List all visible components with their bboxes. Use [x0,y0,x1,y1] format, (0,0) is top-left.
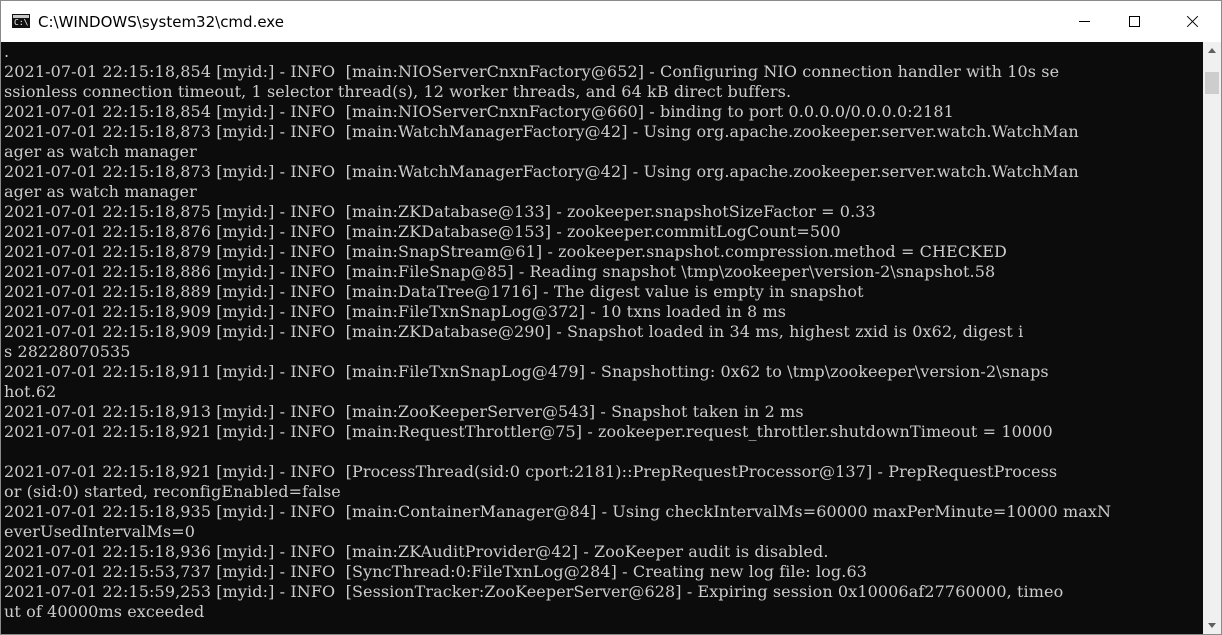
console-lines: . 2021-07-01 22:15:18,854 [myid:] - INFO … [4,42,1203,622]
console-line: or (sid:0) started, reconfigEnabled=fals… [4,482,341,501]
title-bar[interactable]: C:\ C:\WINDOWS\system32\cmd.exe [1,1,1221,42]
console-line: 2021-07-01 22:15:18,913 [myid:] - INFO [… [4,402,804,421]
maximize-button[interactable] [1111,1,1157,42]
console-line: hot.62 [4,382,57,401]
console-line: 2021-07-01 22:15:18,879 [myid:] - INFO [… [4,242,1007,261]
console-line: . [4,42,10,61]
scroll-up-arrow-icon [1208,48,1216,53]
close-button[interactable] [1169,1,1215,42]
console-line: 2021-07-01 22:15:18,921 [myid:] - INFO [… [4,422,1053,441]
maximize-icon [1128,16,1140,27]
close-icon [1185,15,1199,29]
console-line: 2021-07-01 22:15:59,253 [myid:] - INFO [… [4,582,1064,601]
console-line: 2021-07-01 22:15:18,911 [myid:] - INFO [… [4,362,1049,381]
console-line: 2021-07-01 22:15:18,854 [myid:] - INFO [… [4,102,954,121]
scrollbar-thumb[interactable] [1205,72,1219,94]
scroll-down-arrow-icon [1208,623,1216,628]
icon-glyph: C:\ [14,18,29,27]
console-line: ager as watch manager [4,182,197,201]
cmd-window: C:\ C:\WINDOWS\system32\cmd.exe . 2021-07… [0,0,1222,635]
console-line: 2021-07-01 22:15:53,737 [myid:] - INFO [… [4,562,867,581]
console-line: 2021-07-01 22:15:18,909 [myid:] - INFO [… [4,322,1024,341]
console-line: 2021-07-01 22:15:18,875 [myid:] - INFO [… [4,202,876,221]
scroll-up-button[interactable] [1203,42,1221,59]
console-output[interactable]: . 2021-07-01 22:15:18,854 [myid:] - INFO … [1,42,1203,634]
console-line: 2021-07-01 22:15:18,876 [myid:] - INFO [… [4,222,841,241]
window-title: C:\WINDOWS\system32\cmd.exe [38,13,284,31]
console-line: 2021-07-01 22:15:18,873 [myid:] - INFO [… [4,122,1079,141]
console-line: 2021-07-01 22:15:18,936 [myid:] - INFO [… [4,542,829,561]
console-line: 2021-07-01 22:15:18,921 [myid:] - INFO [… [4,462,1058,481]
console-line: ut of 40000ms exceeded [4,602,205,621]
console-line: everUsedIntervalMs=0 [4,522,196,541]
minimize-icon [1078,21,1090,22]
minimize-button[interactable] [1061,1,1107,42]
console-line: 2021-07-01 22:15:18,854 [myid:] - INFO [… [4,62,1060,81]
vertical-scrollbar[interactable] [1203,42,1221,634]
console-line: s 28228070535 [4,342,131,361]
console-line: ager as watch manager [4,142,197,161]
console-line: ssionless connection timeout, 1 selector… [4,82,792,101]
console-line: 2021-07-01 22:15:18,886 [myid:] - INFO [… [4,262,996,281]
scroll-down-button[interactable] [1203,617,1221,634]
console-line: 2021-07-01 22:15:18,873 [myid:] - INFO [… [4,162,1079,181]
console-line: 2021-07-01 22:15:18,935 [myid:] - INFO [… [4,502,1112,521]
console-line: 2021-07-01 22:15:18,889 [myid:] - INFO [… [4,282,864,301]
console-line: 2021-07-01 22:15:18,909 [myid:] - INFO [… [4,302,787,321]
command-prompt-icon[interactable]: C:\ [12,14,30,28]
